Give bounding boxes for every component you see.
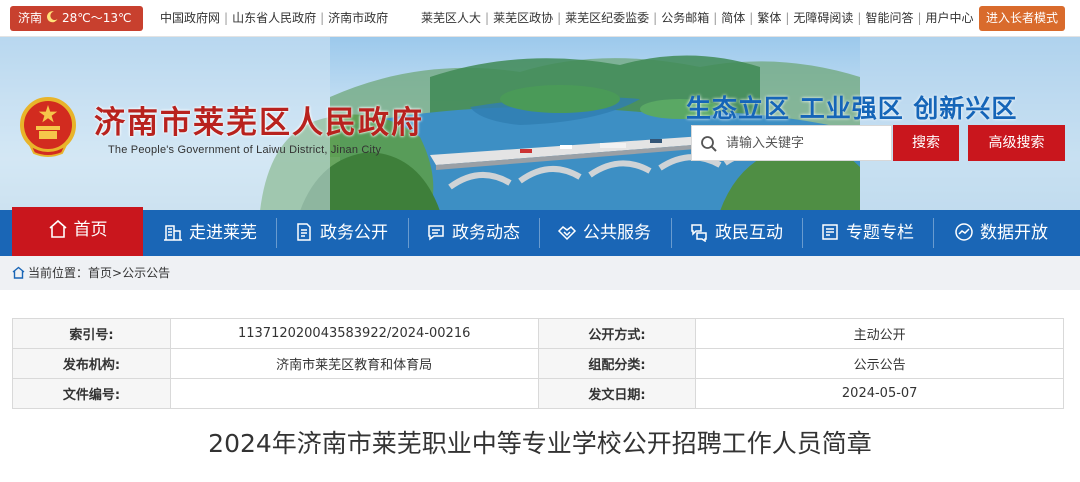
main-nav: 首页 走进莱芜 政务公开 政务动态 公共服务 政民互动 专题专栏 数据开放 xyxy=(0,207,1080,256)
topic-icon xyxy=(822,224,838,240)
nav-open-data[interactable]: 数据开放 xyxy=(934,210,1068,256)
document-number-value xyxy=(169,378,539,409)
link-cn-gov[interactable]: 中国政府网 xyxy=(160,11,220,25)
category-label: 组配分类: xyxy=(537,348,697,379)
national-emblem-icon xyxy=(20,97,76,157)
search-box xyxy=(691,125,892,161)
nav-gov-news[interactable]: 政务动态 xyxy=(409,210,537,256)
breadcrumb-path[interactable]: 首页>公示公告 xyxy=(88,266,170,280)
advanced-search-button[interactable]: 高级搜索 xyxy=(968,125,1065,161)
nav-special-topics-label: 专题专栏 xyxy=(846,223,914,243)
table-row: 文件编号: 发文日期: 2024-05-07 xyxy=(12,378,1064,409)
search-button[interactable]: 搜索 xyxy=(893,125,959,161)
document-icon xyxy=(297,223,311,241)
table-row: 索引号: 11371202004358392​2/2024-00216 公开方式… xyxy=(12,318,1064,349)
issue-date-label: 发文日期: xyxy=(537,378,697,409)
link-simplified[interactable]: 简体 xyxy=(721,11,745,25)
disclosure-mode-label: 公开方式: xyxy=(537,318,697,349)
nav-open-data-label: 数据开放 xyxy=(980,223,1048,243)
nav-home[interactable]: 首页 xyxy=(12,207,143,256)
disclosure-mode-value: 主动公开 xyxy=(695,318,1064,349)
link-shandong-gov[interactable]: 山东省人民政府 xyxy=(232,11,316,25)
nav-special-topics[interactable]: 专题专栏 xyxy=(803,210,931,256)
issue-date-value: 2024-05-07 xyxy=(695,378,1064,409)
link-discipline[interactable]: 莱芜区纪委监委 xyxy=(565,11,649,25)
nav-citizen-interaction-label: 政民互动 xyxy=(715,223,783,243)
breadcrumb-bar: 当前位置：首页>公示公告 xyxy=(0,256,1080,290)
site-slogan: 生态立区 工业强区 创新兴区 xyxy=(686,94,1018,123)
moon-icon xyxy=(46,11,58,23)
nav-public-services-label: 公共服务 xyxy=(583,223,651,243)
breadcrumb: 当前位置：首页>公示公告 xyxy=(12,256,170,290)
nav-gov-news-label: 政务动态 xyxy=(452,223,520,243)
nav-citizen-interaction[interactable]: 政民互动 xyxy=(672,210,800,256)
publisher-value: 济南市莱芜区教育和体育局 xyxy=(169,348,539,379)
weather-widget[interactable]: 济南 28℃～13℃ xyxy=(10,6,143,31)
interaction-icon xyxy=(691,224,707,242)
weather-temperature: 28℃～13℃ xyxy=(62,11,132,25)
table-row: 发布机构: 济南市莱芜区教育和体育局 组配分类: 公示公告 xyxy=(12,348,1064,379)
index-value: 11371202004358392​2/2024-00216 xyxy=(169,318,539,349)
nav-gov-affairs[interactable]: 政务公开 xyxy=(277,210,405,256)
link-traditional[interactable]: 繁体 xyxy=(757,11,781,25)
header-banner: 济南市莱芜区人民政府 The People's Government of La… xyxy=(0,37,1080,211)
nav-home-label: 首页 xyxy=(73,220,108,240)
home-icon xyxy=(48,219,67,238)
nav-about-laiwu[interactable]: 走进莱芜 xyxy=(146,210,274,256)
home-icon xyxy=(12,266,25,279)
document-info-table: 索引号: 11371202004358392​2/2024-00216 公开方式… xyxy=(12,318,1064,409)
chat-icon xyxy=(428,225,444,241)
breadcrumb-prefix: 当前位置： xyxy=(28,266,89,280)
document-number-label: 文件编号: xyxy=(12,378,171,409)
publisher-label: 发布机构: xyxy=(12,348,171,379)
top-links-util: 莱芜区人大 | 莱芜区政协 | 莱芜区纪委监委 | 公务邮箱 | 简体 | 繁体 | 无障碍阅读 | 智能问… xyxy=(421,11,974,25)
weather-city: 济南 xyxy=(18,11,43,25)
category-value: 公示公告 xyxy=(695,348,1064,379)
nav-public-services[interactable]: 公共服务 xyxy=(540,210,668,256)
link-cppcc[interactable]: 莱芜区政协 xyxy=(493,11,553,25)
link-mailbox[interactable]: 公务邮箱 xyxy=(661,11,709,25)
nav-gov-affairs-label: 政务公开 xyxy=(320,223,388,243)
building-icon xyxy=(164,225,182,241)
link-user-center[interactable]: 用户中心 xyxy=(926,11,974,25)
link-npc[interactable]: 莱芜区人大 xyxy=(421,11,481,25)
site-title: 济南市莱芜区人民政府 xyxy=(94,105,424,141)
handshake-icon xyxy=(557,226,577,241)
link-accessibility[interactable]: 无障碍阅读 xyxy=(793,11,853,25)
index-label: 索引号: xyxy=(12,318,171,349)
nav-about-label: 走进莱芜 xyxy=(189,223,257,243)
document-title: 2024年济南市莱芜职业中等专业学校公开招聘工作人员简章 xyxy=(208,429,872,458)
top-bar: 济南 28℃～13℃ 中国政府网 | 山东省人民政府 | 济南市政府 莱芜区人大 | 莱芜区政… xyxy=(0,0,1080,37)
link-smart-qa[interactable]: 智能问答 xyxy=(865,11,913,25)
site-subtitle: The People's Government of Laiwu Distric… xyxy=(108,144,382,156)
data-icon xyxy=(955,223,973,241)
elder-mode-button[interactable]: 进入长者模式 xyxy=(979,6,1065,31)
search-icon xyxy=(701,136,717,152)
link-jinan-gov[interactable]: 济南市政府 xyxy=(328,11,388,25)
top-links-gov: 中国政府网 | 山东省人民政府 | 济南市政府 xyxy=(160,11,389,25)
search-input[interactable] xyxy=(726,126,886,160)
